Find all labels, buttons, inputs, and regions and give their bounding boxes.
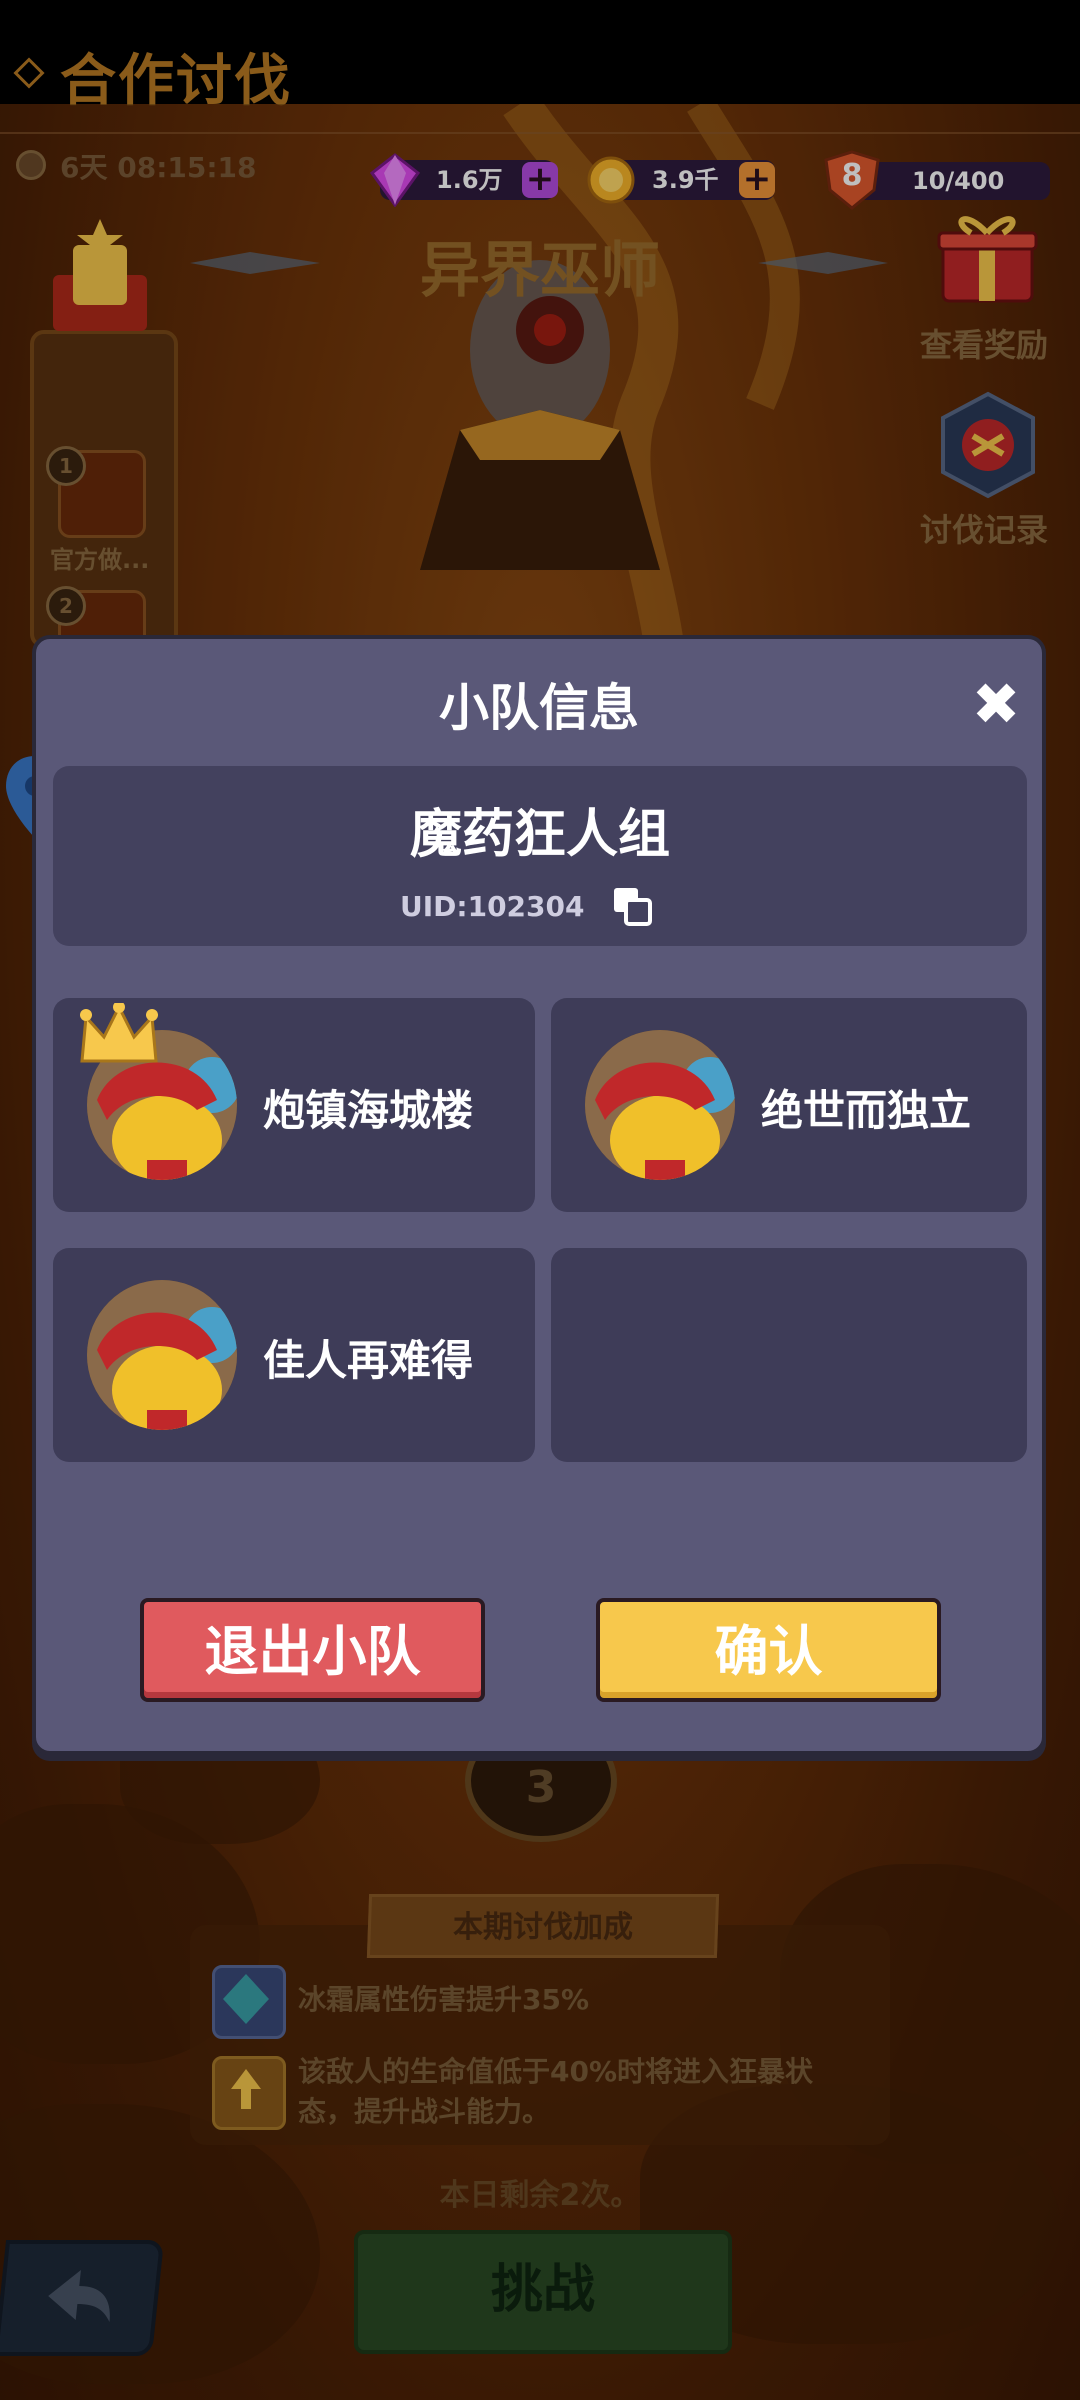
member-card-3[interactable]: 佳人再难得 bbox=[53, 1248, 535, 1462]
confirm-button[interactable]: 确认 bbox=[596, 1598, 941, 1702]
team-uid: UID:102304 bbox=[400, 890, 585, 923]
member-card-2[interactable]: 绝世而独立 bbox=[551, 998, 1027, 1212]
close-icon[interactable]: ✖ bbox=[968, 675, 1024, 733]
leave-team-button[interactable]: 退出小队 bbox=[140, 1598, 485, 1702]
team-name: 魔药狂人组 bbox=[409, 805, 670, 865]
member-name: 炮镇海城楼 bbox=[263, 1086, 474, 1135]
member-avatar bbox=[585, 1030, 735, 1180]
member-avatar bbox=[87, 1280, 237, 1430]
member-name: 绝世而独立 bbox=[761, 1086, 972, 1135]
member-name: 佳人再难得 bbox=[263, 1336, 474, 1385]
empty-member-slot[interactable] bbox=[551, 1248, 1027, 1462]
copy-icon[interactable] bbox=[612, 886, 652, 926]
leader-crown-icon bbox=[80, 1003, 158, 1063]
dialog-title: 小队信息 bbox=[439, 679, 639, 737]
